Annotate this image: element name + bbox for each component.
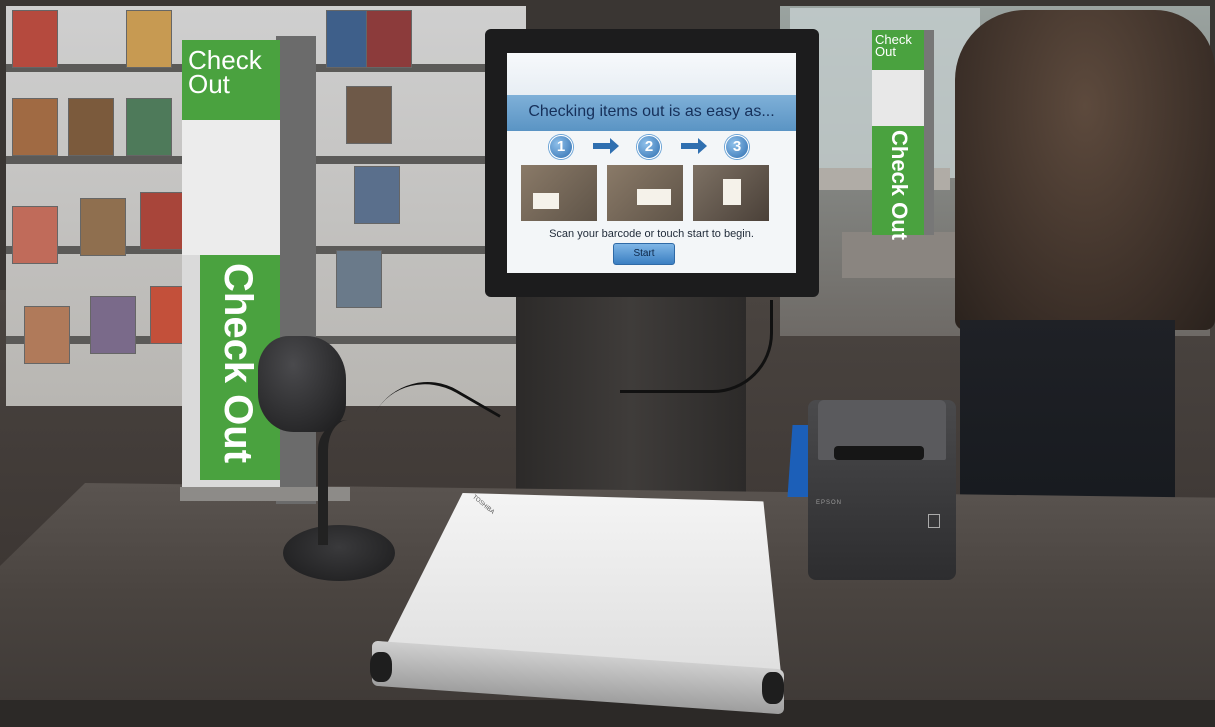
barcode-scanner-neck <box>318 420 358 545</box>
check-out-sign-left: Check Out Check Out <box>182 40 280 495</box>
step-1-photo <box>521 165 597 221</box>
kiosk-monitor: Checking items out is as easy as... 1 2 … <box>485 29 819 297</box>
arrow-right-icon <box>593 138 619 154</box>
magazine <box>346 86 392 144</box>
sign-vertical-panel: Check Out <box>872 126 924 240</box>
book-item <box>637 189 671 205</box>
arrow-right-icon <box>681 138 707 154</box>
sign-blank-panel <box>182 120 280 255</box>
printer-power-button[interactable] <box>928 514 940 528</box>
step-3-badge: 3 <box>725 135 749 159</box>
magazine <box>126 98 172 156</box>
magazine <box>354 166 400 224</box>
printer-brand-label: EPSON <box>816 500 843 506</box>
magazine <box>68 98 114 156</box>
sign-top-label: Check Out <box>182 40 280 120</box>
magazine <box>366 10 412 68</box>
sign-vertical-label: Check Out <box>887 130 912 241</box>
library-self-checkout-scene: Check Out Check Out Checking items out i… <box>0 0 1215 727</box>
check-out-sign-right: Check Out Check Out <box>872 30 924 240</box>
magazine <box>24 306 70 364</box>
magazine <box>90 296 136 354</box>
monitor-cable <box>620 300 773 393</box>
receipt-slot[interactable] <box>834 446 924 460</box>
step-2-photo <box>607 165 683 221</box>
magazine <box>12 10 58 68</box>
receipt-printer: EPSON <box>808 400 956 580</box>
step-1-badge: 1 <box>549 135 573 159</box>
library-card <box>533 193 559 209</box>
screen-heading: Checking items out is as easy as... <box>528 103 775 120</box>
desk-edge <box>0 700 1215 727</box>
sign-post <box>276 36 316 504</box>
barcode-scanner-icon[interactable] <box>258 336 346 432</box>
magazine <box>80 198 126 256</box>
magazine <box>336 250 382 308</box>
magazine <box>126 10 172 68</box>
person-leather-jacket <box>955 10 1215 330</box>
sign-top-label: Check Out <box>872 30 924 70</box>
step-3-photo <box>693 165 769 221</box>
screen-instruction: Scan your barcode or touch start to begi… <box>549 228 754 240</box>
step-2-badge: 2 <box>637 135 661 159</box>
magazine <box>140 192 186 250</box>
start-button[interactable]: Start <box>613 243 675 265</box>
screen-header-area <box>507 53 796 95</box>
receipt <box>723 179 741 205</box>
sign-vertical-label: Check Out <box>216 263 260 464</box>
kiosk-screen: Checking items out is as easy as... 1 2 … <box>507 53 796 273</box>
person-trousers <box>960 320 1175 520</box>
pad-end-cap <box>762 672 784 704</box>
magazine <box>12 206 58 264</box>
pad-end-cap <box>370 652 392 682</box>
magazine <box>12 98 58 156</box>
